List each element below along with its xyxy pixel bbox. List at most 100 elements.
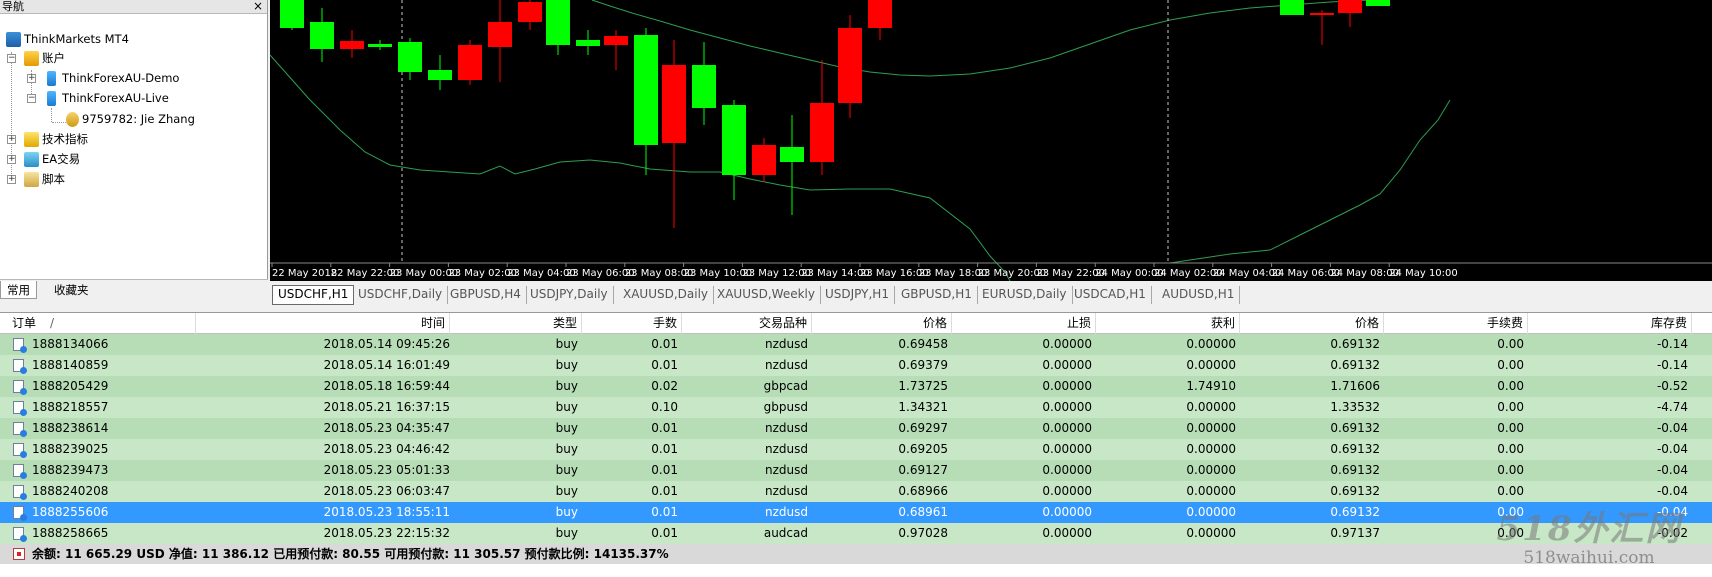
table-row[interactable]: 1888218557 2018.05.21 16:37:15 buy 0.10 gbpu…: [0, 397, 1712, 418]
table-row[interactable]: 1888205429 2018.05.18 16:59:44 buy 0.02 gbpc…: [0, 376, 1712, 397]
collapse-icon[interactable]: −: [27, 94, 36, 103]
bearish-candle: [752, 138, 776, 182]
order-icon: [13, 527, 27, 542]
expand-icon[interactable]: +: [7, 155, 16, 164]
tree-node-root[interactable]: ThinkMarkets MT4: [6, 30, 129, 48]
chart-tab[interactable]: USDJPY,Daily: [525, 286, 614, 304]
cell-cur: 0.69132: [1330, 442, 1380, 456]
cell-sl: 0.00000: [1042, 358, 1092, 372]
tree-node-live-server[interactable]: ThinkForexAU-Live: [44, 89, 169, 107]
chart-tab[interactable]: GBPUSD,H4: [445, 286, 527, 304]
chart-tab[interactable]: EURUSD,Daily: [977, 286, 1073, 304]
candle-body: [838, 28, 862, 103]
table-row[interactable]: 1888140859 2018.05.14 16:01:49 buy 0.01 nzdu…: [0, 355, 1712, 376]
bearish-candle: [488, 0, 512, 82]
chart-tab[interactable]: AUDUSD,H1: [1157, 286, 1241, 304]
expert-advisor-icon: [24, 152, 39, 167]
chart-tab[interactable]: XAUUSD,Daily: [618, 286, 715, 304]
cell-time: 2018.05.23 22:15:32: [323, 526, 450, 540]
chart-tab[interactable]: USDCHF,H1: [272, 285, 355, 305]
bearish-candle: [838, 15, 862, 118]
column-header-swap[interactable]: 库存费: [1528, 313, 1692, 334]
cell-price: 1.73725: [898, 379, 948, 393]
candle-body: [634, 35, 658, 145]
expand-icon[interactable]: +: [27, 74, 36, 83]
column-header-current-price[interactable]: 价格: [1240, 313, 1384, 334]
chart-tab[interactable]: USDCAD,H1: [1069, 286, 1152, 304]
table-row[interactable]: 1888134066 2018.05.14 09:45:26 buy 0.01 nzdu…: [0, 334, 1712, 355]
cell-time: 2018.05.23 06:03:47: [323, 484, 450, 498]
cell-sl: 0.00000: [1042, 379, 1092, 393]
navigator-title: 导航: [2, 0, 24, 13]
cell-tp: 0.00000: [1186, 463, 1236, 477]
cell-order: 1888239473: [32, 463, 109, 477]
chart-tab[interactable]: USDJPY,H1: [820, 286, 895, 304]
table-row[interactable]: 1888239025 2018.05.23 04:46:42 buy 0.01 nzdu…: [0, 439, 1712, 460]
tree-node-user-account[interactable]: 9759782: Jie Zhang: [66, 110, 195, 128]
bearish-candle: [518, 0, 542, 30]
column-header-time[interactable]: 时间: [196, 313, 450, 334]
account-summary-text: 余额: 11 665.29 USD 净值: 11 386.12 已用预付款: 8…: [32, 547, 669, 561]
tab-favorites[interactable]: 收藏夹: [48, 281, 95, 299]
collapse-icon[interactable]: −: [7, 54, 16, 63]
table-row[interactable]: 1888238614 2018.05.23 04:35:47 buy 0.01 nzdu…: [0, 418, 1712, 439]
price-chart[interactable]: 22 May 2018 22 May 22:00 23 May 00:00 23 Ma…: [270, 0, 1712, 281]
tree-node-scripts[interactable]: 脚本: [24, 170, 65, 188]
cell-commission: 0.00: [1497, 421, 1524, 435]
user-icon: [66, 112, 79, 127]
candle-body: [280, 0, 304, 28]
table-row[interactable]: 1888240208 2018.05.23 06:03:47 buy 0.01 nzdu…: [0, 481, 1712, 502]
chart-canvas[interactable]: 22 May 201822 May 22:0023 May 00:0023 Ma…: [270, 0, 1712, 281]
table-row[interactable]: 1888258665 2018.05.23 22:15:32 buy 0.01 audc…: [0, 523, 1712, 544]
cell-order: 1888240208: [32, 484, 109, 498]
expand-icon[interactable]: +: [7, 175, 16, 184]
cell-sl: 0.00000: [1042, 484, 1092, 498]
cell-sl: 0.00000: [1042, 526, 1092, 540]
expand-icon[interactable]: +: [7, 135, 16, 144]
cell-tp: 0.00000: [1186, 337, 1236, 351]
candle-body: [810, 103, 834, 162]
upper-band-line: [591, 0, 1371, 77]
column-header-price[interactable]: 价格: [812, 313, 952, 334]
table-row-selected[interactable]: 1888255606 2018.05.23 18:55:11 buy 0.01 nzdu…: [0, 502, 1712, 523]
cell-symbol: nzdusd: [765, 463, 808, 477]
candle-body: [428, 70, 452, 80]
chart-tab[interactable]: USDCHF,Daily: [353, 286, 449, 304]
close-icon[interactable]: ×: [253, 0, 263, 12]
column-header-symbol[interactable]: 交易品种: [682, 313, 812, 334]
bearish-candle: [340, 30, 364, 58]
tree-node-accounts[interactable]: 账户: [24, 49, 65, 67]
candle-body: [662, 65, 686, 143]
bullish-candle: [780, 115, 804, 215]
cell-lots: 0.01: [651, 358, 678, 372]
cell-lots: 0.10: [651, 400, 678, 414]
candle-body: [1280, 0, 1304, 15]
tab-common[interactable]: 常用: [0, 281, 37, 299]
cell-commission: 0.00: [1497, 463, 1524, 477]
cell-sl: 0.00000: [1042, 421, 1092, 435]
tree-node-demo-server[interactable]: ThinkForexAU-Demo: [44, 69, 179, 87]
column-header-type[interactable]: 类型: [450, 313, 582, 334]
candle-body: [368, 44, 392, 47]
chart-tab[interactable]: XAUUSD,Weekly: [712, 286, 821, 304]
table-row[interactable]: 1888239473 2018.05.23 05:01:33 buy 0.01 nzdu…: [0, 460, 1712, 481]
cell-cur: 0.69132: [1330, 505, 1380, 519]
cell-commission: 0.00: [1497, 484, 1524, 498]
terminal-table-header: 订单 / 时间 类型 手数 交易品种 价格 止损 获利 价格 手续费 库存费: [0, 313, 1712, 334]
column-header-stop-loss[interactable]: 止损: [952, 313, 1096, 334]
column-header-lots[interactable]: 手数: [582, 313, 682, 334]
cell-commission: 0.00: [1497, 379, 1524, 393]
tree-node-indicators[interactable]: 技术指标: [24, 130, 88, 148]
chart-tab[interactable]: GBPUSD,H1: [896, 286, 978, 304]
cell-tp: 0.00000: [1186, 421, 1236, 435]
cell-tp: 0.00000: [1186, 400, 1236, 414]
column-header-take-profit[interactable]: 获利: [1096, 313, 1240, 334]
column-header-commission[interactable]: 手续费: [1384, 313, 1528, 334]
cell-lots: 0.01: [651, 484, 678, 498]
bullish-candle: [368, 40, 392, 50]
tree-node-expert-advisors[interactable]: EA交易: [24, 150, 80, 168]
cell-sl: 0.00000: [1042, 400, 1092, 414]
bullish-candle: [546, 0, 570, 55]
column-header-order[interactable]: 订单 /: [8, 313, 196, 334]
order-icon: [13, 380, 27, 395]
